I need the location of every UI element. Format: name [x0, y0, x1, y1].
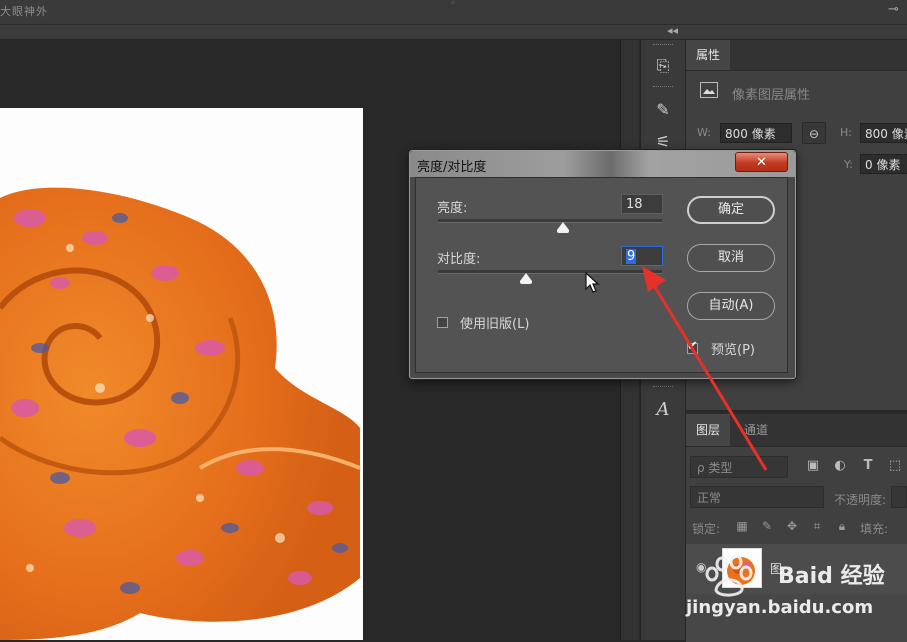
pixel-layer-icon	[700, 82, 718, 98]
legacy-label: 使用旧版(L)	[460, 317, 530, 332]
dialog-title: 亮度/对比度	[417, 160, 487, 175]
lock-label: 锁定:	[692, 522, 721, 536]
strip-grip[interactable]	[653, 44, 673, 48]
divider-marker: ◦	[450, 0, 456, 9]
y-label: Y:	[844, 158, 853, 171]
close-icon[interactable]: ✕	[735, 152, 788, 172]
brightness-label: 亮度:	[437, 201, 468, 216]
scarf-rose-image	[0, 108, 363, 640]
width-label: W:	[697, 126, 711, 139]
brightness-slider-thumb[interactable]	[557, 222, 570, 233]
lock-transparent-icon[interactable]: ▦	[734, 519, 750, 533]
mouse-cursor-icon	[585, 272, 600, 293]
opacity-label: 不透明度:	[834, 493, 887, 507]
shape-filter-icon[interactable]: ⬚	[886, 458, 904, 473]
adjustment-filter-icon[interactable]: ◐	[831, 458, 849, 473]
height-label: H:	[840, 126, 852, 139]
blend-mode-select[interactable]: 正常	[690, 486, 824, 508]
strip-grip[interactable]	[653, 86, 673, 90]
history-icon[interactable]: ⎘	[651, 54, 675, 78]
watermark-url: jingyan.baidu.com	[686, 597, 874, 618]
contrast-label: 对比度:	[437, 252, 481, 267]
contrast-slider-thumb[interactable]	[520, 273, 533, 284]
image-filter-icon[interactable]: ▣	[804, 458, 822, 473]
document-tab-bar: ◂◂	[0, 24, 907, 39]
ok-button[interactable]: 确定	[687, 196, 775, 224]
watermark-brand: Baid 经验	[778, 564, 885, 589]
fill-label: 填充:	[860, 522, 889, 536]
width-field[interactable]: 800 像素	[720, 123, 792, 143]
tab-properties[interactable]: 属性	[686, 40, 731, 70]
collapse-panels-icon[interactable]: ◂◂	[667, 24, 678, 37]
pin-icon[interactable]: ⊸	[888, 2, 899, 17]
properties-tab-bar: 属性	[686, 40, 907, 71]
window-title-bar: 大眼神外 ◦ ⊸	[0, 0, 907, 25]
height-field[interactable]: 800 像素	[860, 123, 907, 143]
lock-artboard-icon[interactable]: ⌗	[809, 519, 825, 534]
lock-paint-icon[interactable]: ✎	[759, 519, 775, 533]
legacy-checkbox[interactable]	[437, 317, 448, 328]
lock-all-icon[interactable]: 🔒︎	[834, 519, 850, 534]
document-canvas[interactable]	[0, 108, 363, 640]
brightness-slider-track[interactable]	[438, 219, 662, 223]
link-dimensions-icon[interactable]: ⊖	[802, 122, 826, 144]
y-field[interactable]: 0 像素	[860, 154, 907, 174]
lock-move-icon[interactable]: ✥	[784, 519, 800, 533]
dialog-title-bar[interactable]: 亮度/对比度 ✕	[410, 151, 795, 177]
contrast-slider-track[interactable]	[438, 270, 662, 274]
brush-preset-icon[interactable]: ✎	[651, 98, 675, 122]
brightness-input[interactable]: 18	[621, 194, 663, 214]
layer-kind-label: 像素图层属性	[732, 88, 811, 103]
opacity-field[interactable]	[891, 486, 907, 508]
annotation-arrow	[642, 266, 768, 471]
type-filter-icon[interactable]: T	[859, 458, 877, 473]
window-title: 大眼神外	[0, 5, 48, 18]
baidu-paw-icon	[700, 552, 770, 598]
